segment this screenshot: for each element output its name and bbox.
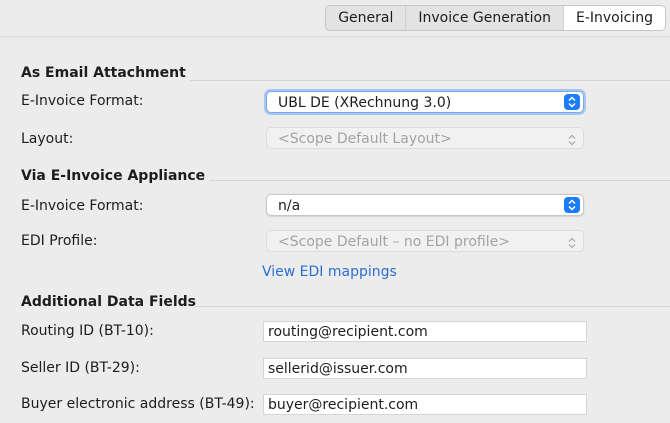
tab-invoice-generation[interactable]: Invoice Generation bbox=[406, 6, 564, 30]
tab-e-invoicing[interactable]: E-Invoicing bbox=[564, 6, 665, 30]
tab-bar-divider bbox=[0, 36, 670, 37]
layout-label: Layout: bbox=[21, 131, 74, 147]
email-format-popup[interactable]: UBL DE (XRechnung 3.0) bbox=[266, 91, 584, 113]
section-divider bbox=[210, 180, 670, 181]
routing-id-field[interactable] bbox=[263, 321, 587, 342]
layout-popup[interactable]: <Scope Default Layout> bbox=[266, 127, 584, 149]
chevron-updown-icon bbox=[564, 94, 580, 110]
chevron-updown-icon bbox=[567, 235, 577, 249]
edi-profile-label: EDI Profile: bbox=[21, 233, 98, 249]
buyer-address-field[interactable] bbox=[263, 394, 587, 415]
chevron-updown-icon bbox=[564, 197, 580, 213]
section-title-email-attachment: As Email Attachment bbox=[21, 65, 186, 81]
tab-bar: General Invoice Generation E-Invoicing bbox=[0, 0, 670, 36]
edi-profile-popup[interactable]: <Scope Default – no EDI profile> bbox=[266, 230, 584, 252]
layout-value: <Scope Default Layout> bbox=[278, 131, 452, 147]
tab-segmented-control: General Invoice Generation E-Invoicing bbox=[325, 5, 666, 31]
email-format-value: UBL DE (XRechnung 3.0) bbox=[278, 95, 452, 111]
chevron-updown-icon bbox=[567, 132, 577, 146]
edi-profile-value: <Scope Default – no EDI profile> bbox=[278, 234, 510, 250]
buyer-address-label: Buyer electronic address (BT-49): bbox=[21, 396, 255, 412]
section-title-appliance: Via E-Invoice Appliance bbox=[21, 168, 206, 184]
appliance-format-label: E-Invoice Format: bbox=[21, 198, 144, 214]
section-title-additional-fields: Additional Data Fields bbox=[21, 294, 196, 310]
tab-general[interactable]: General bbox=[326, 6, 407, 30]
email-format-label: E-Invoice Format: bbox=[21, 93, 144, 109]
seller-id-field[interactable] bbox=[263, 358, 587, 379]
seller-id-label: Seller ID (BT-29): bbox=[21, 360, 140, 376]
routing-id-label: Routing ID (BT-10): bbox=[21, 323, 154, 339]
appliance-format-value: n/a bbox=[278, 198, 301, 214]
section-divider bbox=[190, 80, 670, 81]
view-edi-mappings-link[interactable]: View EDI mappings bbox=[262, 264, 397, 280]
appliance-format-popup[interactable]: n/a bbox=[266, 194, 584, 216]
section-divider bbox=[195, 306, 670, 307]
